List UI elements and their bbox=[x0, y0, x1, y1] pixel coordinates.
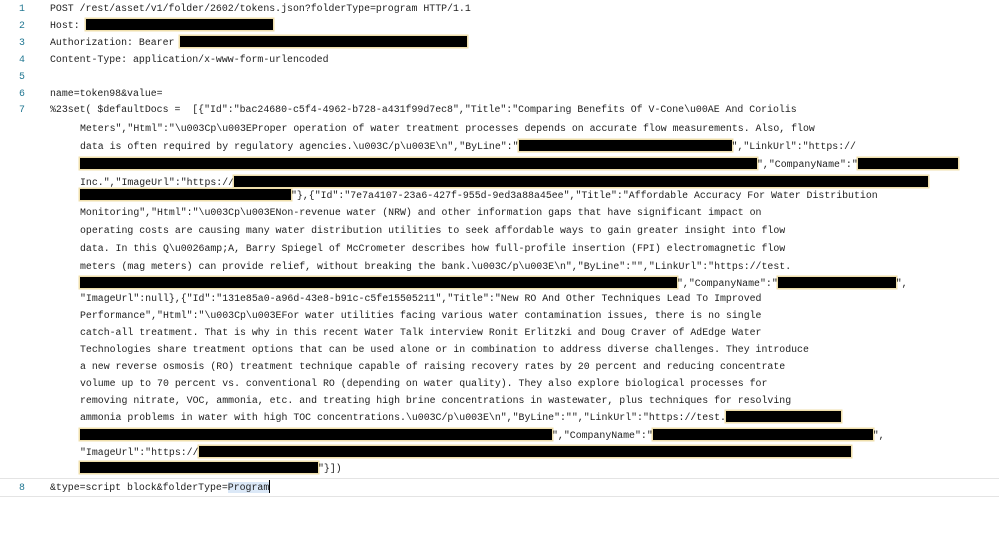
wrapped-row: Meters","Html":"\u003Cp\u003EProper oper… bbox=[0, 120, 999, 137]
line-number: 7 bbox=[19, 104, 25, 115]
wrapped-row: ","CompanyName":" ", bbox=[0, 427, 999, 444]
redaction-bar bbox=[725, 410, 841, 422]
line-text: POST /rest/asset/v1/folder/2602/tokens.j… bbox=[50, 3, 471, 14]
line-text: %23set( $defaultDocs = [{"Id":"bac24680-… bbox=[50, 104, 797, 115]
line-text: a new reverse osmosis (RO) treatment tec… bbox=[80, 361, 786, 372]
text-caret bbox=[269, 479, 271, 493]
code-line-2: 2 Host: bbox=[0, 17, 999, 34]
redaction-bar bbox=[198, 445, 851, 457]
wrapped-row: "}]) bbox=[0, 460, 999, 477]
line-text: data. In this Q\u0026amp;A, Barry Spiege… bbox=[80, 243, 786, 254]
line-text: ","CompanyName":" bbox=[677, 278, 778, 289]
wrapped-row: ","CompanyName":" bbox=[0, 156, 999, 173]
redaction-bar bbox=[234, 175, 929, 187]
wrapped-row: data is often required by regulatory age… bbox=[0, 138, 999, 155]
code-line-3: 3 Authorization: Bearer bbox=[0, 34, 999, 51]
line-number: 5 bbox=[19, 71, 25, 82]
wrapped-row: ammonia problems in water with high TOC … bbox=[0, 409, 999, 426]
line-number: 8 bbox=[19, 482, 25, 493]
line-text: &type=script block&folderType= bbox=[50, 482, 228, 493]
line-text: Performance","Html":"\u003Cp\u003EFor wa… bbox=[80, 310, 762, 321]
wrapped-row: removing nitrate, VOC, ammonia, etc. and… bbox=[0, 392, 999, 409]
line-text: volume up to 70 percent vs. conventional… bbox=[80, 378, 768, 389]
line-text: "}]) bbox=[318, 463, 342, 474]
redaction-bar bbox=[777, 276, 896, 288]
selected-text[interactable]: Program bbox=[227, 482, 270, 493]
wrapped-row: Monitoring","Html":"\u003Cp\u003ENon-rev… bbox=[0, 204, 999, 221]
redaction-bar bbox=[80, 461, 318, 473]
line-text: "ImageUrl":null},{"Id":"131e85a0-a96d-43… bbox=[80, 293, 762, 304]
line-text: Host: bbox=[50, 20, 86, 31]
line-number: 2 bbox=[19, 20, 25, 31]
line-text: "ImageUrl":"https:// bbox=[80, 447, 199, 458]
redaction-bar bbox=[80, 157, 757, 169]
code-line-1: 1 POST /rest/asset/v1/folder/2602/tokens.… bbox=[0, 0, 999, 17]
code-line-6: 6 name=token98&value= bbox=[0, 85, 999, 102]
redaction-bar bbox=[85, 18, 273, 30]
line-text: data is often required by regulatory age… bbox=[80, 141, 519, 152]
line-text: Authorization: Bearer bbox=[50, 37, 181, 48]
line-text: name=token98&value= bbox=[50, 88, 163, 99]
wrapped-row: a new reverse osmosis (RO) treatment tec… bbox=[0, 358, 999, 375]
code-line-7: 7 %23set( $defaultDocs = [{"Id":"bac24680… bbox=[0, 101, 999, 118]
wrapped-row: "ImageUrl":null},{"Id":"131e85a0-a96d-43… bbox=[0, 290, 999, 307]
line-text: ","LinkUrl":"https:// bbox=[731, 141, 856, 152]
redaction-bar bbox=[80, 428, 552, 440]
line-number: 4 bbox=[19, 54, 25, 65]
wrapped-row: "},{"Id":"7e7a4107-23a6-427f-955d-9ed3a8… bbox=[0, 187, 999, 204]
wrapped-row: meters (mag meters) can provide relief, … bbox=[0, 258, 999, 275]
line-number: 1 bbox=[19, 3, 25, 14]
line-text: Meters","Html":"\u003Cp\u003EProper oper… bbox=[80, 123, 815, 134]
line-text: Content-Type: application/x-www-form-url… bbox=[50, 54, 329, 65]
wrapped-row: operating costs are causing many water d… bbox=[0, 222, 999, 239]
redaction-bar bbox=[180, 35, 468, 47]
wrapped-row: "ImageUrl":"https:// bbox=[0, 444, 999, 461]
redaction-bar bbox=[80, 188, 291, 200]
wrapped-row: volume up to 70 percent vs. conventional… bbox=[0, 375, 999, 392]
line-text: ","CompanyName":" bbox=[552, 430, 653, 441]
line-number: 3 bbox=[19, 37, 25, 48]
line-text: removing nitrate, VOC, ammonia, etc. and… bbox=[80, 395, 792, 406]
line-text: meters (mag meters) can provide relief, … bbox=[80, 261, 792, 272]
wrapped-row: Technologies share treatment options tha… bbox=[0, 341, 999, 358]
wrapped-row: catch-all treatment. That is why in this… bbox=[0, 324, 999, 341]
code-line-5: 5 bbox=[0, 68, 999, 85]
line-text: Monitoring","Html":"\u003Cp\u003ENon-rev… bbox=[80, 207, 762, 218]
line-text: ", bbox=[895, 278, 908, 289]
redaction-bar bbox=[652, 428, 873, 440]
line-text: "},{"Id":"7e7a4107-23a6-427f-955d-9ed3a8… bbox=[291, 190, 878, 201]
line-text: ", bbox=[872, 430, 885, 441]
line-text: ammonia problems in water with high TOC … bbox=[80, 412, 726, 423]
line-text: Technologies share treatment options tha… bbox=[80, 344, 809, 355]
code-line-4: 4 Content-Type: application/x-www-form-ur… bbox=[0, 51, 999, 68]
line-number: 6 bbox=[19, 88, 25, 99]
redaction-bar bbox=[857, 157, 958, 169]
redaction-bar bbox=[80, 276, 677, 288]
line-text: ","CompanyName":" bbox=[757, 159, 858, 170]
line-text: catch-all treatment. That is why in this… bbox=[80, 327, 762, 338]
code-line-8-current[interactable]: 8 &type=script block&folderType=Program bbox=[0, 478, 999, 497]
wrapped-row: data. In this Q\u0026amp;A, Barry Spiege… bbox=[0, 240, 999, 257]
line-text: operating costs are causing many water d… bbox=[80, 225, 786, 236]
redaction-bar bbox=[518, 139, 732, 151]
wrapped-row: Performance","Html":"\u003Cp\u003EFor wa… bbox=[0, 307, 999, 324]
